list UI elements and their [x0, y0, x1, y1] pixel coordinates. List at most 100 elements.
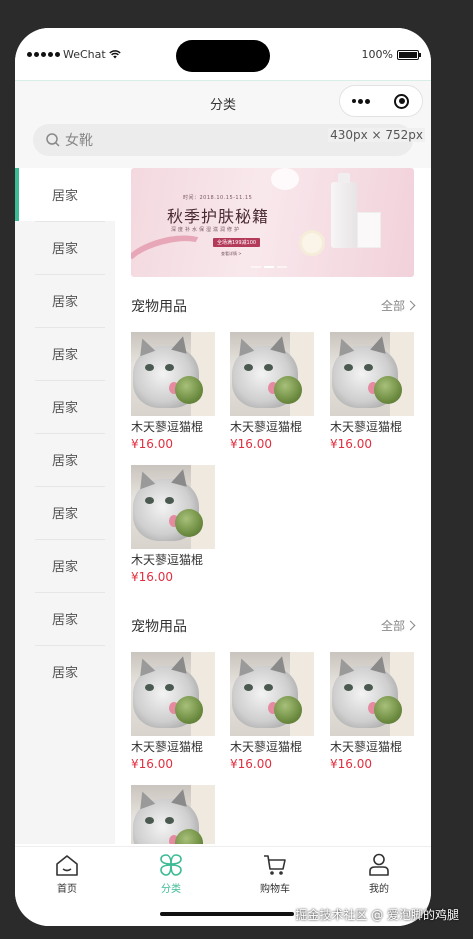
sidebar-item[interactable]: 居家 [15, 433, 115, 486]
user-icon [369, 853, 389, 876]
sidebar-item-label: 居家 [51, 666, 78, 681]
sidebar-item-label: 居家 [51, 613, 78, 628]
product-price: ¥16.00 [131, 757, 173, 771]
banner-title: 秋季护肤秘籍 [167, 207, 270, 226]
battery-label: 100% [361, 48, 393, 61]
product-price: ¥16.00 [330, 757, 372, 771]
home-indicator [160, 912, 294, 916]
product-name: 木天蓼逗猫棍 [330, 420, 403, 434]
product-card[interactable] [131, 785, 215, 844]
chevron-right-icon [405, 620, 416, 631]
product-image [230, 332, 314, 416]
product-image [131, 652, 215, 736]
product-name: 木天蓼逗猫棍 [131, 553, 204, 567]
product-image [131, 465, 215, 549]
cup-decoration [299, 230, 325, 256]
section-title: 宠物用品 [131, 299, 187, 315]
view-all-label: 全部 [380, 619, 405, 633]
banner-desc: 深度补水保湿滋润修护 [171, 227, 242, 233]
section-title: 宠物用品 [131, 619, 187, 635]
more-icon[interactable] [340, 86, 381, 116]
tab-profile[interactable]: 我的 [327, 853, 431, 895]
sidebar-item[interactable]: 居家 [15, 221, 115, 274]
tab-cart-label: 购物车 [260, 884, 290, 895]
product-name: 木天蓼逗猫棍 [131, 420, 204, 434]
sidebar-item-label: 居家 [51, 242, 78, 257]
status-bar: WeChat 100% [15, 28, 431, 80]
product-name: 木天蓼逗猫棍 [330, 740, 403, 754]
wifi-icon [109, 50, 121, 59]
signal-icon [27, 52, 60, 57]
carrier-indicator: WeChat [27, 48, 121, 61]
view-all-link[interactable]: 全部 [380, 617, 416, 634]
phone-frame: WeChat 100% 分类 女靴 430px × 752px 居家 居家 居家… [15, 28, 431, 926]
sidebar-item-label: 居家 [51, 189, 78, 204]
close-icon[interactable] [381, 86, 422, 116]
sidebar-item-label: 居家 [51, 507, 78, 522]
view-all-link[interactable]: 全部 [380, 297, 416, 314]
sidebar-item[interactable]: 居家 [15, 539, 115, 592]
sidebar-item[interactable]: 居家 [15, 592, 115, 645]
product-card[interactable]: 木天蓼逗猫棍 ¥16.00 [330, 652, 414, 771]
sidebar-item-label: 居家 [51, 401, 78, 416]
flower-decoration [271, 168, 299, 190]
mini-program-capsule [339, 85, 423, 117]
sidebar-item[interactable]: 居家 [15, 274, 115, 327]
dynamic-island [176, 40, 270, 72]
category-content: 时间：2018.10.15-11.15 秋季护肤秘籍 深度补水保湿滋润修护 全场… [115, 168, 431, 844]
section-header: 宠物用品 全部 [131, 616, 416, 636]
battery-icon [397, 49, 421, 60]
product-card[interactable]: 木天蓼逗猫棍 ¥16.00 [131, 465, 215, 584]
cart-icon [264, 855, 286, 875]
product-price: ¥16.00 [131, 570, 173, 584]
banner-pagination [251, 266, 287, 268]
box-decoration [357, 212, 381, 248]
banner-promo: 全场满199减100 [213, 238, 261, 247]
chevron-right-icon [405, 300, 416, 311]
product-image [230, 652, 314, 736]
view-all-label: 全部 [380, 299, 405, 313]
tab-cart[interactable]: 购物车 [223, 853, 327, 895]
product-card[interactable]: 木天蓼逗猫棍 ¥16.00 [230, 652, 314, 771]
search-icon [46, 133, 60, 147]
sidebar-item[interactable]: 居家 [15, 486, 115, 539]
sidebar-item-label: 居家 [51, 348, 78, 363]
nav-bar: 分类 [15, 80, 431, 124]
tab-home-label: 首页 [57, 884, 77, 895]
tab-home[interactable]: 首页 [15, 853, 119, 895]
sidebar-item[interactable]: 居家 [15, 327, 115, 380]
product-price: ¥16.00 [131, 437, 173, 451]
viewport-size-tag: 430px × 752px [328, 128, 425, 142]
home-icon [56, 855, 78, 876]
product-image [330, 652, 414, 736]
product-price: ¥16.00 [230, 757, 272, 771]
product-image [131, 332, 215, 416]
section-header: 宠物用品 全部 [131, 296, 416, 316]
product-card[interactable]: 木天蓼逗猫棍 ¥16.00 [330, 332, 414, 451]
bottle-decoration [331, 173, 357, 248]
promo-banner[interactable]: 时间：2018.10.15-11.15 秋季护肤秘籍 深度补水保湿滋润修护 全场… [131, 168, 414, 277]
carrier-label: WeChat [63, 48, 106, 61]
product-card[interactable]: 木天蓼逗猫棍 ¥16.00 [131, 332, 215, 451]
product-card[interactable]: 木天蓼逗猫棍 ¥16.00 [230, 332, 314, 451]
tab-category-label: 分类 [161, 884, 181, 895]
search-placeholder: 女靴 [65, 133, 93, 149]
ribbon-decoration [131, 227, 215, 277]
sidebar-item-label: 居家 [51, 560, 78, 575]
battery-indicator: 100% [361, 48, 421, 61]
sidebar-item-label: 居家 [51, 295, 78, 310]
product-price: ¥16.00 [330, 437, 372, 451]
banner-button: 查看详情 > [221, 251, 242, 256]
sidebar-item[interactable]: 居家 [15, 168, 115, 221]
tab-category[interactable]: 分类 [119, 853, 223, 895]
product-name: 木天蓼逗猫棍 [230, 420, 303, 434]
product-image [131, 785, 215, 844]
product-price: ¥16.00 [230, 437, 272, 451]
sidebar-item[interactable]: 居家 [15, 380, 115, 433]
sidebar-item[interactable]: 居家 [15, 645, 115, 698]
product-name: 木天蓼逗猫棍 [131, 740, 204, 754]
product-image [330, 332, 414, 416]
product-card[interactable]: 木天蓼逗猫棍 ¥16.00 [131, 652, 215, 771]
tab-profile-label: 我的 [369, 884, 389, 895]
banner-date: 时间：2018.10.15-11.15 [183, 195, 253, 201]
